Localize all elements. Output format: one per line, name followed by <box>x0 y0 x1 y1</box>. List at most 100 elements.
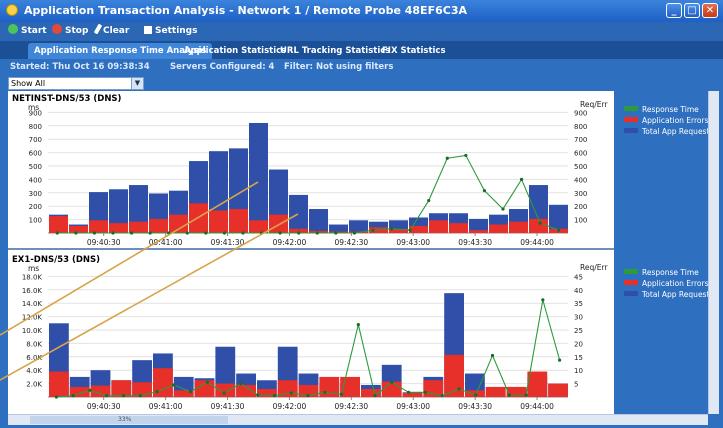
error-bar <box>269 214 288 233</box>
settings-icon <box>144 26 152 34</box>
response-time-point <box>474 393 478 397</box>
show-filter-select[interactable]: Show All ▼ <box>8 77 144 90</box>
response-time-point <box>457 387 461 391</box>
start-button[interactable]: Start <box>8 24 47 39</box>
scroll-percent: 33% <box>118 416 132 423</box>
y-tick-label-right: 200 <box>574 203 587 211</box>
response-time-point <box>490 353 495 358</box>
chart1-ylabel-right: Req/Err <box>580 100 608 109</box>
response-time-point <box>105 394 109 398</box>
x-tick-label: 09:41:00 <box>149 402 183 411</box>
y-tick-label-right: 40 <box>574 287 583 295</box>
response-time-point <box>71 394 75 398</box>
tab-fix-statistics[interactable]: FIX Statistics <box>376 43 452 59</box>
y-tick-label-right: 100 <box>574 217 587 225</box>
response-time-point <box>371 228 375 232</box>
response-time-point <box>222 391 226 395</box>
chart-area: 100 100 200 200 300 300 400 400 500 500 600 600 700 7… <box>8 91 708 414</box>
response-time-point <box>440 394 444 398</box>
response-time-point <box>272 394 277 398</box>
response-time-point <box>167 231 171 235</box>
response-time-point <box>323 390 327 394</box>
error-bar <box>109 223 128 233</box>
y-tick-label: 16.0K <box>22 287 43 295</box>
stop-button[interactable]: Stop <box>52 24 88 39</box>
vertical-scrollbar[interactable] <box>708 91 719 414</box>
response-time-point <box>289 391 293 395</box>
response-time-point <box>557 228 561 232</box>
window-title: Application Transaction Analysis - Netwo… <box>24 4 467 17</box>
tab-bar: Application Response Time Analysis Appli… <box>0 41 723 59</box>
response-time-point <box>205 380 209 384</box>
y-tick-label: 10.0K <box>22 327 43 335</box>
y-tick-label: 4.0K <box>26 367 42 375</box>
x-tick-label: 09:43:00 <box>396 238 430 247</box>
info-bar: Started: Thu Oct 16 09:38:34 Servers Con… <box>0 59 723 76</box>
error-bar <box>548 383 568 397</box>
response-time-point <box>306 394 310 398</box>
y-tick-label-right: 10 <box>574 367 583 375</box>
close-button[interactable]: ✕ <box>702 3 718 18</box>
servers-text: Servers Configured: 4 <box>170 62 275 72</box>
legend-total-requests: Total App Requests <box>624 127 713 136</box>
horizontal-scrollbar[interactable]: 33% <box>8 414 708 425</box>
response-time-point <box>315 231 319 235</box>
response-time-point <box>501 207 505 211</box>
x-tick-label: 09:42:00 <box>273 402 307 411</box>
legend-panel: Response Time Application Errors Total A… <box>614 91 713 414</box>
legend2-app-errors: Application Errors <box>624 279 708 288</box>
minimize-button[interactable]: _ <box>666 3 682 18</box>
x-tick-label: 09:40:30 <box>87 238 121 247</box>
settings-button[interactable]: Settings <box>144 24 197 39</box>
response-time-point <box>373 394 377 398</box>
response-time-point <box>464 153 468 158</box>
error-bar <box>485 386 506 397</box>
y-tick-label: 6.0K <box>26 354 42 362</box>
response-time-point <box>129 231 134 235</box>
legend-swatch <box>624 128 638 133</box>
chart1-ylabel: ms <box>28 103 40 112</box>
response-time-point <box>121 394 126 398</box>
legend-swatch <box>624 106 638 111</box>
response-time-point <box>185 231 189 235</box>
response-time-point <box>54 395 58 399</box>
clear-button[interactable]: Clear <box>93 23 129 39</box>
y-tick-label: 200 <box>29 203 42 211</box>
x-tick-label: 09:44:00 <box>520 238 554 247</box>
x-tick-label: 09:43:30 <box>458 238 492 247</box>
app-icon <box>6 4 18 16</box>
response-time-point <box>138 394 142 398</box>
stop-icon <box>52 24 62 34</box>
error-bar <box>489 224 508 233</box>
chart2-ylabel: ms <box>28 264 40 273</box>
response-time-point <box>155 390 159 394</box>
response-time-point <box>558 358 562 362</box>
error-bar <box>194 380 215 397</box>
response-time-point <box>259 231 264 235</box>
y-tick-label: 18.0K <box>22 273 43 281</box>
error-bar <box>215 383 236 397</box>
y-tick-label-right: 900 <box>574 109 587 117</box>
legend-swatch <box>624 280 638 285</box>
error-bar <box>129 221 148 233</box>
legend-response-time: Response Time <box>624 105 699 114</box>
legend-app-errors: Application Errors <box>624 116 708 125</box>
select-value: Show All <box>11 79 46 88</box>
legend2-response-time: Response Time <box>624 268 699 277</box>
response-time-point <box>55 231 59 235</box>
response-time-point <box>423 390 428 394</box>
x-tick-label: 09:42:30 <box>334 402 368 411</box>
maximize-button[interactable]: □ <box>684 3 700 18</box>
response-time-point <box>334 231 338 235</box>
response-time-point <box>352 231 357 235</box>
y-tick-label: 600 <box>29 150 42 158</box>
request-bar <box>309 209 328 233</box>
filter-row: Show All ▼ <box>0 76 723 91</box>
start-label: Start <box>21 26 47 36</box>
response-time-point <box>445 156 449 160</box>
y-tick-label-right: 25 <box>574 327 583 335</box>
response-time-point <box>339 392 344 396</box>
x-tick-label: 09:43:00 <box>396 402 430 411</box>
legend-label: Total App Requests <box>642 290 714 299</box>
chevron-down-icon[interactable]: ▼ <box>131 78 143 89</box>
